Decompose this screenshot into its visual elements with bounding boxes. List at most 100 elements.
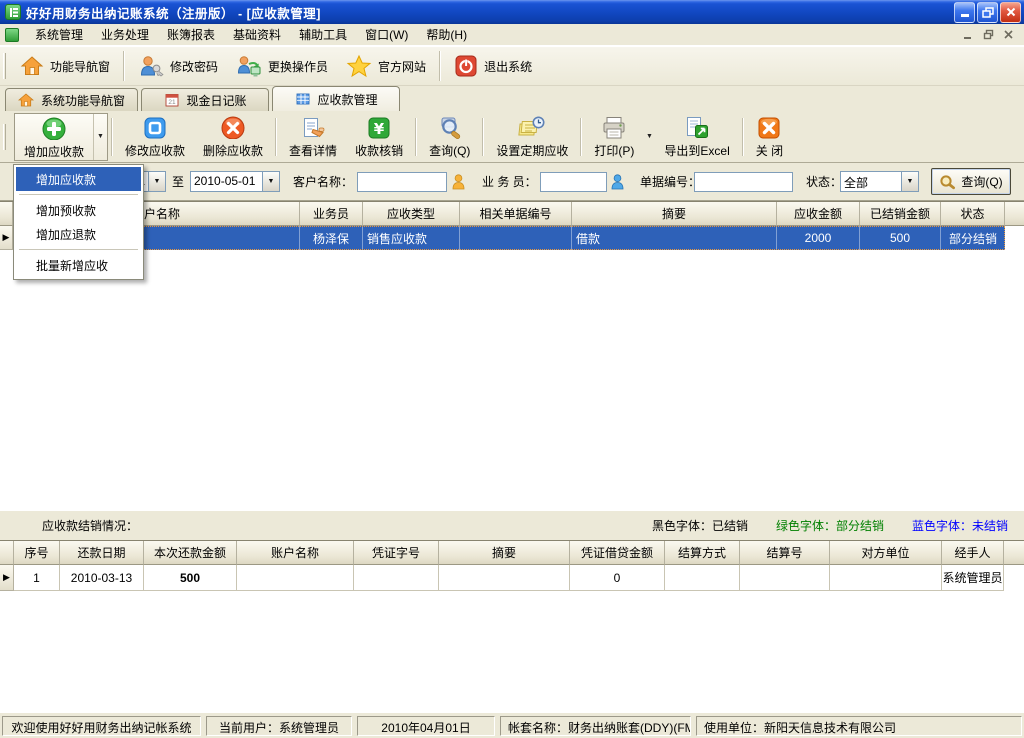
column-header-repay-date[interactable]: 还款日期 bbox=[60, 541, 144, 565]
menu-system[interactable]: 系统管理 bbox=[26, 23, 92, 46]
tab-cash-journal[interactable]: 21 现金日记账 bbox=[141, 88, 269, 111]
column-header-voucher-amount[interactable]: 凭证借贷金额 bbox=[570, 541, 665, 565]
context-menu-item-add-receivable[interactable]: 增加应收款 bbox=[16, 167, 141, 191]
cell-account bbox=[237, 565, 354, 591]
column-header-type[interactable]: 应收类型 bbox=[363, 202, 460, 226]
salesman-input[interactable] bbox=[540, 172, 607, 192]
toolbar-separator bbox=[439, 51, 441, 81]
tab-system-nav[interactable]: 系统功能导航窗 bbox=[5, 88, 138, 111]
window-title: 好好用财务出纳记账系统（注册版） - [应收款管理] bbox=[26, 3, 952, 22]
export-excel-button[interactable]: 导出到Excel bbox=[655, 113, 738, 161]
home-icon bbox=[20, 54, 44, 78]
close-view-icon bbox=[756, 115, 782, 139]
column-header-handler[interactable]: 经手人 bbox=[942, 541, 1004, 565]
date-to-combo[interactable]: 2010-05-01 ▼ bbox=[190, 171, 280, 192]
customer-name-input[interactable] bbox=[357, 172, 447, 192]
column-header-salesman[interactable]: 业务员 bbox=[300, 202, 363, 226]
cell-settled: 500 bbox=[860, 226, 941, 250]
add-receivable-label: 增加应收款 bbox=[24, 143, 84, 160]
query-action-button[interactable]: 查询(Q) bbox=[420, 113, 479, 161]
cell-amount: 2000 bbox=[777, 226, 860, 250]
restore-button[interactable] bbox=[977, 2, 998, 23]
customer-name-label: 客户名称： bbox=[293, 175, 353, 189]
actionbar-gripper[interactable] bbox=[3, 124, 6, 150]
exit-system-button[interactable]: 退出系统 bbox=[445, 49, 541, 83]
column-header-account[interactable]: 账户名称 bbox=[237, 541, 354, 565]
view-detail-button[interactable]: 查看详情 bbox=[280, 113, 346, 161]
change-password-button[interactable]: 修改密码 bbox=[129, 49, 227, 83]
context-menu-item-add-prepaid[interactable]: 增加预收款 bbox=[16, 198, 141, 222]
customer-person-icon bbox=[452, 174, 465, 190]
column-header-status[interactable]: 状态 bbox=[941, 202, 1005, 226]
add-receivable-button[interactable]: 增加应收款 bbox=[15, 114, 93, 162]
column-header-settled[interactable]: 已结销金额 bbox=[860, 202, 941, 226]
switch-operator-button[interactable]: 更换操作员 bbox=[227, 49, 337, 83]
date-to-arrow-icon[interactable]: ▼ bbox=[262, 172, 279, 191]
close-view-button[interactable]: 关 闭 bbox=[747, 113, 792, 161]
column-header-settle-no[interactable]: 结算号 bbox=[740, 541, 830, 565]
column-header-repay-amount[interactable]: 本次还款金额 bbox=[144, 541, 237, 565]
actionbar-separator bbox=[111, 118, 113, 156]
cell-settle-no bbox=[740, 565, 830, 591]
column-header-summary[interactable]: 摘要 bbox=[572, 202, 777, 226]
legend-blue: 蓝色字体：未结销 bbox=[912, 517, 1008, 534]
status-label: 状态： bbox=[806, 175, 842, 189]
menu-window[interactable]: 窗口(W) bbox=[356, 23, 417, 46]
edit-receivable-button[interactable]: 修改应收款 bbox=[116, 113, 194, 161]
actionbar-separator bbox=[275, 118, 277, 156]
minimize-button[interactable] bbox=[954, 2, 975, 23]
receivable-row-container: ▶ 于中宝 杨泽保 销售应收款 借款 2000 500 部分结销 bbox=[0, 226, 1024, 250]
status-arrow-icon[interactable]: ▼ bbox=[901, 172, 918, 191]
menu-tools[interactable]: 辅助工具 bbox=[290, 23, 356, 46]
menu-help[interactable]: 帮助(H) bbox=[417, 23, 476, 46]
official-website-button[interactable]: 官方网站 bbox=[337, 49, 435, 83]
svg-text:¥: ¥ bbox=[374, 120, 385, 138]
selected-receivable-row[interactable]: 于中宝 杨泽保 销售应收款 借款 2000 500 部分结销 bbox=[13, 226, 1005, 250]
cell-no: 1 bbox=[14, 565, 60, 591]
column-header-doc-no[interactable]: 相关单据编号 bbox=[460, 202, 572, 226]
filter-bar: 1 ▼ 至 2010-05-01 ▼ 客户名称： 业 务 员： 单据编号： 状态… bbox=[0, 163, 1024, 201]
menu-basedata[interactable]: 基础资料 bbox=[224, 23, 290, 46]
operators-icon bbox=[236, 54, 262, 78]
status-combo[interactable]: 全部 ▼ bbox=[840, 171, 919, 192]
mdi-minimize-button[interactable] bbox=[960, 27, 977, 42]
cell-settle-method bbox=[665, 565, 740, 591]
print-dropdown-arrow[interactable]: ▼ bbox=[643, 133, 655, 140]
detail-row[interactable]: ▶ 1 2010-03-13 500 0 系统管理员 bbox=[0, 565, 1024, 591]
tab-receivable-management[interactable]: 应收款管理 bbox=[272, 86, 400, 111]
nav-window-button[interactable]: 功能导航窗 bbox=[11, 49, 119, 83]
official-website-label: 官方网站 bbox=[378, 58, 426, 75]
query-button[interactable]: 查询(Q) bbox=[931, 168, 1011, 195]
add-dropdown-arrow[interactable]: ▼ bbox=[93, 114, 107, 160]
column-header-amount[interactable]: 应收金额 bbox=[777, 202, 860, 226]
row-selector-cell[interactable]: ▶ bbox=[0, 226, 13, 250]
settle-payment-button[interactable]: ¥ 收款核销 bbox=[346, 113, 412, 161]
column-header-detail-summary[interactable]: 摘要 bbox=[439, 541, 570, 565]
svg-text:21: 21 bbox=[168, 99, 176, 106]
receivable-action-bar: 增加应收款 ▼ 修改应收款 删除应收款 查看详情 ¥ 收款 bbox=[0, 111, 1024, 163]
column-header-voucher-no[interactable]: 凭证字号 bbox=[354, 541, 439, 565]
doc-no-input[interactable] bbox=[694, 172, 793, 192]
print-button[interactable]: 打印(P) bbox=[585, 113, 643, 161]
date-from-arrow-icon[interactable]: ▼ bbox=[148, 172, 165, 191]
toolbar-gripper[interactable] bbox=[3, 53, 6, 79]
status-bar: 欢迎使用好好用财务出纳记帐系统 当前用户：系统管理员 2010年04月01日 帐… bbox=[0, 712, 1024, 738]
menu-business[interactable]: 业务处理 bbox=[92, 23, 158, 46]
menu-reports[interactable]: 账簿报表 bbox=[158, 23, 224, 46]
delete-receivable-button[interactable]: 删除应收款 bbox=[194, 113, 272, 161]
context-menu-item-batch-add[interactable]: 批量新增应收 bbox=[16, 253, 141, 277]
column-header-no[interactable]: 序号 bbox=[14, 541, 60, 565]
column-header-settle-method[interactable]: 结算方式 bbox=[665, 541, 740, 565]
context-menu-item-add-refund[interactable]: 增加应退款 bbox=[16, 222, 141, 246]
receivables-table: 客户名称 业务员 应收类型 相关单据编号 摘要 应收金额 已结销金额 状态 ▶ … bbox=[0, 201, 1024, 510]
power-icon bbox=[454, 54, 478, 78]
tab-receivable-management-label: 应收款管理 bbox=[318, 91, 378, 108]
mdi-close-button[interactable] bbox=[1000, 27, 1017, 42]
close-button[interactable] bbox=[1000, 2, 1021, 23]
mdi-restore-button[interactable] bbox=[980, 27, 997, 42]
schedule-receivable-button[interactable]: 设置定期应收 bbox=[487, 113, 577, 161]
column-header-counterparty[interactable]: 对方单位 bbox=[830, 541, 942, 565]
view-detail-label: 查看详情 bbox=[289, 142, 337, 159]
yen-icon: ¥ bbox=[366, 115, 392, 139]
detail-row-selector-cell[interactable]: ▶ bbox=[0, 565, 14, 591]
